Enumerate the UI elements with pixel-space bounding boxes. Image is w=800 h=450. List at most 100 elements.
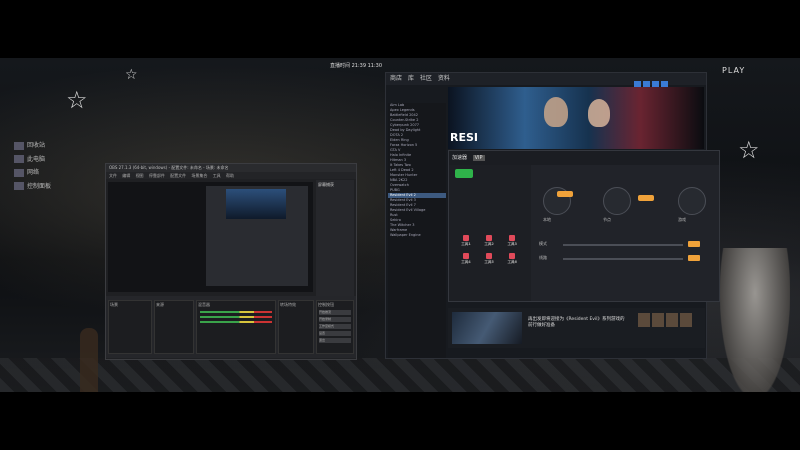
obs-titlebar[interactable]: OBS 27.1.3 (64-bit, windows) - 配置文件: 未命名…: [106, 164, 356, 172]
game-thumb[interactable]: [666, 313, 678, 327]
obs-preview[interactable]: [108, 182, 313, 292]
vip-badge: VIP: [472, 155, 485, 161]
tab-library[interactable]: 库: [408, 75, 414, 82]
desktop-icon-label: 此电脑: [27, 155, 46, 163]
desktop-icon[interactable]: 网络: [14, 167, 51, 177]
mode-slider-button[interactable]: [688, 241, 700, 247]
obs-menubar: 文件 编辑 视图 停靠部件 配置文件 场景集合 工具 帮助: [106, 172, 356, 179]
settings-button[interactable]: 设置: [319, 331, 351, 336]
desktop-icon[interactable]: 此电脑: [14, 154, 51, 163]
statue-figure: [720, 248, 790, 392]
menu-docks[interactable]: 停靠部件: [149, 173, 165, 178]
route-slider-track[interactable]: [563, 258, 683, 260]
app-title: 加速器: [452, 155, 468, 161]
menu-file[interactable]: 文件: [109, 173, 117, 178]
game-library-list: Aim Lab Apex Legends Battlefield 2042 Count…: [388, 103, 446, 358]
accelerator-app-window: 加速器 VIP 工具1 工具2 工具3 工具4 工具5 工具6 本地 节点 游戏…: [448, 150, 720, 302]
obs-window: OBS 27.1.3 (64-bit, windows) - 配置文件: 未命名…: [105, 163, 357, 360]
tool-item[interactable]: 工具1: [455, 235, 477, 247]
tool-item[interactable]: 工具4: [455, 253, 477, 265]
menu-view[interactable]: 视图: [136, 173, 144, 178]
app-main-panel: 本地 节点 游戏 模式 线路: [533, 165, 717, 301]
panel-title: 混音器: [198, 302, 210, 307]
tray-icon[interactable]: [643, 81, 650, 87]
obs-dock: 场景 来源 混音器 转场特效 控制按钮 开始推流 开始录制 工作室模式 设置 退…: [106, 296, 356, 358]
tab-store[interactable]: 商店: [390, 75, 402, 82]
route-slider-button[interactable]: [688, 255, 700, 261]
source-label[interactable]: 屏幕捕获: [318, 182, 334, 187]
tab-profile[interactable]: 资料: [438, 75, 450, 82]
game-thumb[interactable]: [638, 313, 650, 327]
recommended-games: [638, 312, 700, 336]
network-icon: [14, 168, 24, 177]
letterbox-bottom: [0, 392, 800, 450]
tool-label: 工具1: [461, 242, 471, 246]
menu-help[interactable]: 帮助: [226, 173, 234, 178]
panel-title: 场景: [110, 302, 118, 307]
game-logo: RESI: [450, 131, 478, 144]
menu-profile[interactable]: 配置文件: [170, 173, 186, 178]
menu-tools[interactable]: 工具: [213, 173, 221, 178]
sources-panel[interactable]: 来源: [154, 300, 194, 354]
desktop-icon[interactable]: 回收站: [14, 140, 51, 150]
star-decoration-icon: ☆: [738, 136, 760, 164]
game-list-item[interactable]: Wallpaper Engine: [388, 233, 446, 238]
game-thumb[interactable]: [652, 313, 664, 327]
start-accelerate-button[interactable]: [455, 169, 473, 178]
star-decoration-icon: ☆: [125, 67, 138, 83]
desktop-icon-label: 回收站: [27, 142, 46, 149]
audio-mixer-panel[interactable]: 混音器: [196, 300, 276, 354]
transitions-panel[interactable]: 转场特效: [278, 300, 314, 354]
brand-logo: PLAY: [722, 66, 746, 75]
character-claire: [588, 99, 610, 127]
slider-label: 线路: [539, 255, 547, 260]
scenes-panel[interactable]: 场景: [108, 300, 152, 354]
control-panel-icon: [14, 182, 24, 190]
tool-icon: [463, 235, 469, 241]
node-local-pill: [557, 191, 573, 197]
mode-slider-track[interactable]: [563, 244, 683, 246]
game-thumb[interactable]: [680, 313, 692, 327]
guitar-silhouette: [80, 328, 98, 392]
app-left-panel: 工具1 工具2 工具3 工具4 工具5 工具6: [449, 165, 531, 301]
node-server: [603, 187, 631, 215]
news-card[interactable]: 再出发即将迎接为《Resident Evil》系列游戏的前行做好准备: [448, 308, 705, 348]
computer-icon: [14, 155, 24, 163]
news-thumbnail: [452, 312, 522, 344]
desktop-icon[interactable]: 控制面板: [14, 181, 51, 190]
tool-icon: [486, 235, 493, 241]
panel-title: 转场特效: [280, 302, 296, 307]
controls-panel: 控制按钮 开始推流 开始录制 工作室模式 设置 退出: [316, 300, 354, 354]
audio-meter: [200, 321, 272, 323]
node-label: 本地: [543, 217, 551, 222]
start-streaming-button[interactable]: 开始推流: [319, 310, 351, 315]
tool-label: 工具6: [507, 260, 517, 264]
recycle-bin-icon: [14, 141, 24, 150]
obs-source-sidebar: 屏幕捕获: [316, 180, 354, 300]
tray-icon[interactable]: [634, 81, 641, 87]
menu-scene-collection[interactable]: 场景集合: [191, 173, 207, 178]
desktop-icon-label: 网络: [27, 169, 40, 176]
tray-icon[interactable]: [661, 81, 668, 87]
tool-label: 工具4: [461, 260, 471, 264]
tool-icon: [463, 253, 469, 259]
tool-label: 工具2: [484, 242, 494, 246]
studio-mode-button[interactable]: 工作室模式: [319, 324, 351, 329]
tool-item[interactable]: 工具5: [478, 253, 500, 265]
tool-item[interactable]: 工具2: [478, 235, 500, 247]
audio-meter: [200, 316, 272, 318]
tool-item[interactable]: 工具6: [501, 253, 523, 265]
tray-icon[interactable]: [652, 81, 659, 87]
game-hero-banner: RESI: [448, 87, 704, 149]
star-decoration-icon: ☆: [66, 86, 88, 114]
letterbox-top: [0, 0, 800, 58]
start-recording-button[interactable]: 开始录制: [319, 317, 351, 322]
slider-label: 模式: [539, 241, 547, 246]
tool-label: 工具5: [484, 260, 494, 264]
tool-item[interactable]: 工具3: [501, 235, 523, 247]
character-leon: [544, 97, 568, 127]
node-game: [678, 187, 706, 215]
tab-community[interactable]: 社区: [420, 75, 432, 82]
exit-button[interactable]: 退出: [319, 338, 351, 343]
menu-edit[interactable]: 编辑: [122, 173, 130, 178]
